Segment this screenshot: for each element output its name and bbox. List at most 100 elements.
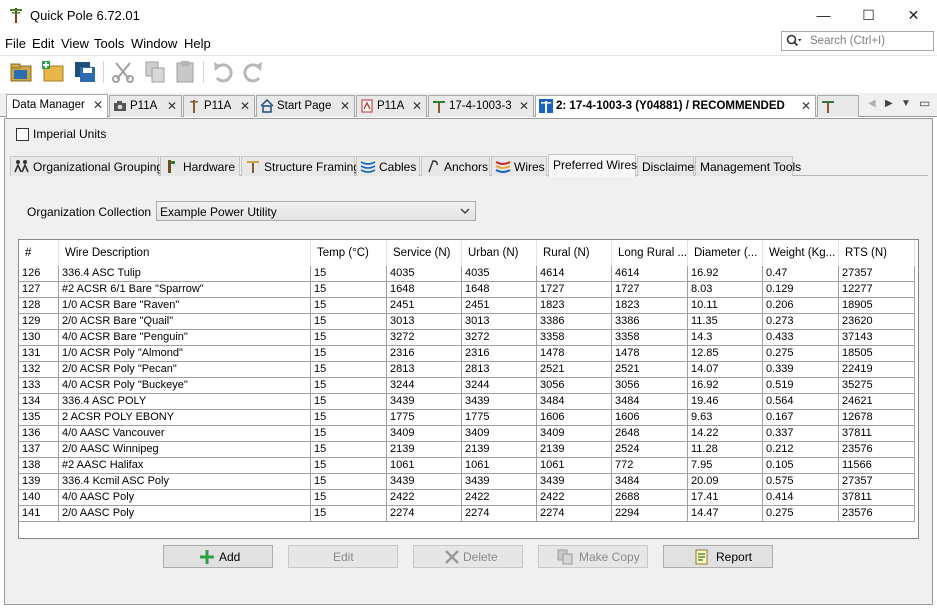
organization-collection-select[interactable]: Example Power Utility [156, 201, 476, 221]
delete-button[interactable]: Delete [413, 545, 523, 568]
tab-wires[interactable]: Wires [491, 156, 547, 176]
tab-start-page[interactable]: Start Page ✕ [256, 95, 355, 117]
table-row[interactable]: 130 4/0 ACSR Bare "Penguin" 15 3272 3272 3358… [19, 330, 918, 346]
table-cell: 2648 [612, 426, 688, 442]
column-header[interactable]: Temp (°C) [311, 240, 387, 266]
close-icon[interactable]: ✕ [340, 99, 350, 113]
imperial-units-checkbox[interactable] [16, 128, 29, 141]
tab-recommended[interactable]: 2: 17-4-1003-3 (Y04881) / RECOMMENDED ✕ [535, 95, 816, 117]
tab-organizational-groupings[interactable]: Organizational Groupings [10, 156, 169, 176]
close-icon[interactable]: ✕ [93, 98, 103, 112]
table-cell: 0.129 [763, 282, 839, 298]
tab-cables[interactable]: Cables [356, 156, 420, 176]
column-header[interactable]: Wire Description [59, 240, 311, 266]
redo-icon[interactable] [240, 59, 266, 85]
scroll-left-icon[interactable]: ◀ [868, 98, 876, 109]
column-header[interactable]: # [19, 240, 59, 266]
table-cell: 336.4 Kcmil ASC Poly [59, 474, 311, 490]
close-icon[interactable]: ✕ [412, 99, 422, 113]
column-header[interactable]: Long Rural ... [612, 240, 688, 266]
tab-disclaimer[interactable]: Disclaimer [637, 156, 698, 176]
table-cell: 17.41 [688, 490, 763, 506]
close-button[interactable]: ✕ [891, 0, 936, 31]
tab-data-manager[interactable]: Data Manager ✕ [6, 94, 108, 118]
menu-file[interactable]: File [5, 36, 26, 51]
menu-help[interactable]: Help [184, 36, 211, 51]
table-cell: 2/0 AASC Winnipeg [59, 442, 311, 458]
column-header[interactable]: Weight (Kg... [763, 240, 839, 266]
close-icon[interactable]: ✕ [240, 99, 250, 113]
tab-p11a-pole[interactable]: P11A ✕ [183, 95, 255, 117]
edit-button[interactable]: Edit [288, 545, 398, 568]
table-cell: 1775 [387, 410, 462, 426]
tab-preferred-wires[interactable]: Preferred Wires [548, 154, 637, 177]
table-cell: 0.339 [763, 362, 839, 378]
menu-edit[interactable]: Edit [32, 36, 54, 51]
table-row[interactable]: 129 2/0 ACSR Bare "Quail" 15 3013 3013 3386 33… [19, 314, 918, 330]
table-row[interactable]: 141 2/0 AASC Poly 15 2274 2274 2274 2294 14.47 0… [19, 506, 918, 522]
table-row[interactable]: 131 1/0 ACSR Poly "Almond" 15 2316 2316 1478 1… [19, 346, 918, 362]
column-header[interactable]: Diameter (... [688, 240, 763, 266]
tab-management-tools[interactable]: Management Tools [695, 156, 801, 176]
save-all-icon[interactable] [72, 59, 98, 85]
table-row[interactable]: 139 336.4 Kcmil ASC Poly 15 3439 3439 3439 348… [19, 474, 918, 490]
table-cell: 2422 [387, 490, 462, 506]
minimize-button[interactable]: — [801, 0, 846, 31]
table-row[interactable]: 127 #2 ACSR 6/1 Bare "Sparrow" 15 1648 1648 1… [19, 282, 918, 298]
column-header[interactable]: RTS (N) [839, 240, 915, 266]
maximize-button[interactable]: ☐ [846, 0, 891, 31]
table-row[interactable]: 132 2/0 ACSR Poly "Pecan" 15 2813 2813 2521 25… [19, 362, 918, 378]
open-folder-icon[interactable] [8, 59, 34, 85]
new-project-icon[interactable] [40, 59, 66, 85]
tab-list-icon[interactable]: ▼ [901, 98, 911, 109]
tab-anchors[interactable]: Anchors [421, 156, 490, 176]
tab-p11a-photo[interactable]: P11A ✕ [109, 95, 182, 117]
close-icon[interactable]: ✕ [167, 99, 177, 113]
table-cell: 15 [311, 362, 387, 378]
close-icon[interactable]: ✕ [801, 99, 811, 113]
table-row[interactable]: 138 #2 AASC Halifax 15 1061 1061 1061 772 7.95 0… [19, 458, 918, 474]
table-cell: 2139 [387, 442, 462, 458]
table-row[interactable]: 140 4/0 AASC Poly 15 2422 2422 2422 2688 17.41 0… [19, 490, 918, 506]
table-cell: 1727 [612, 282, 688, 298]
tab-overflow[interactable] [817, 95, 859, 117]
paste-icon[interactable] [172, 59, 198, 85]
window-restore-icon[interactable]: ▭ [919, 96, 930, 110]
undo-icon[interactable] [210, 59, 236, 85]
copy-icon[interactable] [142, 59, 168, 85]
add-button[interactable]: Add [163, 545, 273, 568]
table-row[interactable]: 137 2/0 AASC Winnipeg 15 2139 2139 2139 2524 11… [19, 442, 918, 458]
table-cell: 3244 [462, 378, 537, 394]
table-row[interactable]: 136 4/0 AASC Vancouver 15 3409 3409 3409 2648 1… [19, 426, 918, 442]
tab-17-4-1003-3[interactable]: 17-4-1003-3 ✕ [428, 95, 534, 117]
cut-icon[interactable] [110, 59, 136, 85]
scroll-right-icon[interactable]: ▶ [885, 98, 893, 109]
make-copy-button[interactable]: Make Copy [538, 545, 648, 568]
table-cell: 1061 [537, 458, 612, 474]
table-row[interactable]: 126 336.4 ASC Tulip 15 4035 4035 4614 4614 16.9… [19, 266, 918, 282]
search-field[interactable]: Search (Ctrl+I) [781, 31, 934, 51]
table-row[interactable]: 133 4/0 ACSR Poly "Buckeye" 15 3244 3244 3056… [19, 378, 918, 394]
framing-icon [247, 161, 259, 173]
column-header[interactable]: Rural (N) [537, 240, 612, 266]
tab-structure-framing[interactable]: Structure Framing [241, 156, 360, 176]
table-cell: 2294 [612, 506, 688, 522]
table-cell: 2316 [462, 346, 537, 362]
table-row[interactable]: 128 1/0 ACSR Bare "Raven" 15 2451 2451 1823 18… [19, 298, 918, 314]
tab-p11a-pdf[interactable]: P11A ✕ [356, 95, 427, 117]
close-icon[interactable]: ✕ [519, 99, 529, 113]
table-cell: 15 [311, 410, 387, 426]
table-cell: 2 ACSR POLY EBONY [59, 410, 311, 426]
table-row[interactable]: 134 336.4 ASC POLY 15 3439 3439 3484 3484 19.46… [19, 394, 918, 410]
table-row[interactable]: 135 2 ACSR POLY EBONY 15 1775 1775 1606 1606 9.… [19, 410, 918, 426]
menu-view[interactable]: View [61, 36, 89, 51]
menu-window[interactable]: Window [131, 36, 177, 51]
table-cell: 2422 [537, 490, 612, 506]
menu-tools[interactable]: Tools [94, 36, 124, 51]
column-header[interactable]: Service (N) [387, 240, 462, 266]
table-cell: 12.85 [688, 346, 763, 362]
report-button[interactable]: Report [663, 545, 773, 568]
table-cell: 1606 [537, 410, 612, 426]
tab-hardware[interactable]: Hardware [160, 156, 240, 176]
column-header[interactable]: Urban (N) [462, 240, 537, 266]
